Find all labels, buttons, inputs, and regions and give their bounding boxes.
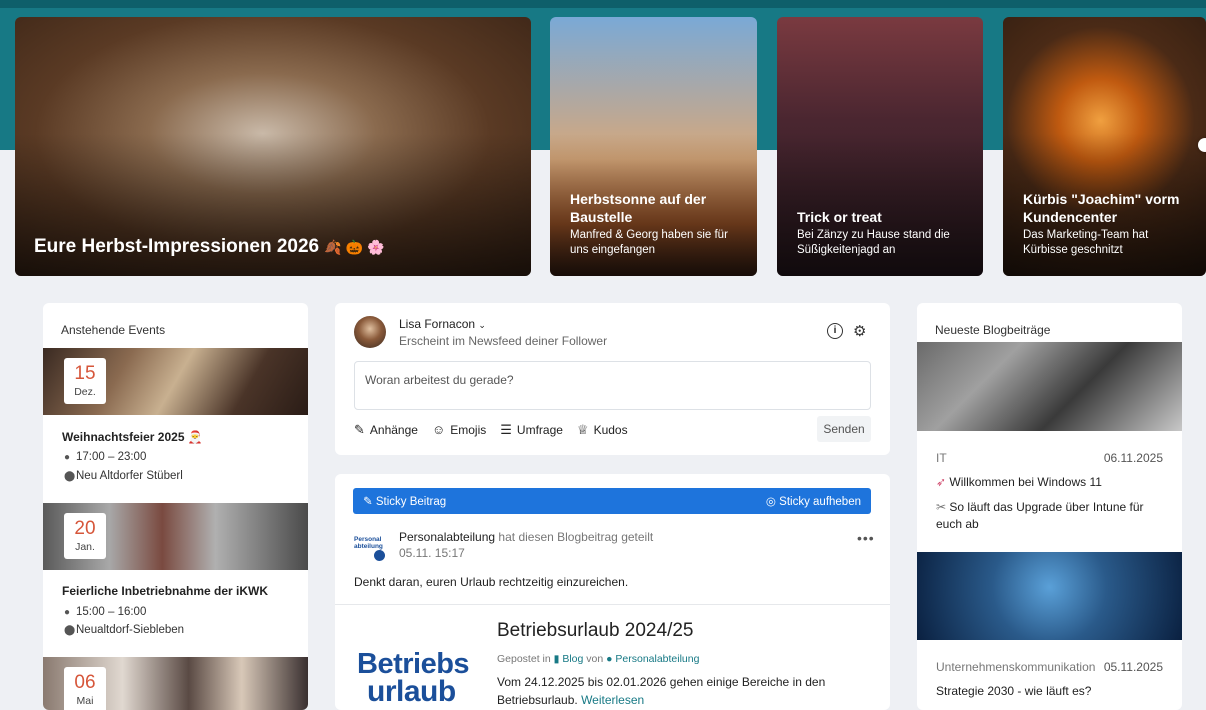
- event-title[interactable]: Feierliche Inbetriebnahme der iKWK: [62, 584, 268, 598]
- event-date-badge: 15 Dez.: [64, 358, 106, 404]
- more-options-icon[interactable]: •••: [857, 530, 875, 546]
- poll-button[interactable]: ☰ Umfrage: [500, 422, 563, 438]
- post-timestamp: 05.11. 15:17: [399, 546, 465, 560]
- send-button[interactable]: Senden: [817, 416, 871, 442]
- poll-icon: ☰: [500, 422, 512, 437]
- event-image[interactable]: 20 Jan.: [43, 503, 308, 570]
- blog-post-meta: Gepostet in ▮ Blog von ● Personalabteilu…: [497, 653, 700, 665]
- post-input[interactable]: Woran arbeitest du gerade?: [354, 361, 871, 410]
- attachments-button[interactable]: ✎ Anhänge: [354, 422, 418, 438]
- blog-date: 06.11.2025: [1103, 451, 1163, 465]
- blog-category: IT: [936, 451, 947, 465]
- carousel-next-icon[interactable]: [1198, 138, 1206, 152]
- trophy-icon: ♕: [576, 422, 589, 437]
- event-time: ● 15:00 – 16:00: [64, 606, 147, 618]
- events-widget: Anstehende Events 15 Dez. Weihnachtsfeie…: [43, 303, 308, 710]
- pin-icon: ✎: [363, 496, 373, 508]
- sticky-banner: ✎ Sticky Beitrag ◎ Sticky aufheben: [353, 488, 871, 514]
- blog-image-city[interactable]: [917, 552, 1182, 640]
- info-icon[interactable]: i: [827, 323, 843, 339]
- hero-tile-herbst[interactable]: Eure Herbst-Impressionen 2026 🍂 🎃 🌸: [15, 17, 531, 276]
- hero-title: Kürbis "Joachim" vorm Kundencenter: [1023, 191, 1180, 225]
- hero-subtitle: Das Marketing-Team hat Kürbisse geschnit…: [1023, 229, 1149, 256]
- event-date-badge: 06 Mai: [64, 667, 106, 710]
- blog-widget: Neueste Blogbeiträge IT 06.11.2025 ➶ Wil…: [917, 303, 1182, 710]
- hero-emoji: 🍂 🎃 🌸: [324, 239, 385, 255]
- book-icon: ▮: [553, 653, 560, 665]
- author-link[interactable]: ● Personalabteilung: [606, 653, 699, 665]
- smiley-icon: ☺: [431, 422, 446, 437]
- event-location: ⬤Neu Altdorfer Stüberl: [64, 470, 183, 482]
- sticky-post: ✎ Sticky Beitrag ◎ Sticky aufheben Perso…: [335, 474, 890, 710]
- chevron-down-icon: ⌄: [478, 320, 486, 330]
- clock-icon: ●: [64, 607, 71, 618]
- tools-icon: ✂: [936, 500, 947, 514]
- author-avatar[interactable]: Personal abteilung: [354, 536, 385, 561]
- hero-title: Trick or treat: [797, 209, 882, 225]
- event-time: ● 17:00 – 23:00: [64, 451, 147, 463]
- user-switch[interactable]: Lisa Fornacon ⌄: [399, 317, 486, 331]
- event-image[interactable]: 15 Dez.: [43, 348, 308, 415]
- blog-category: Unternehmenskommunikation: [936, 660, 1096, 674]
- blog-image-office[interactable]: [917, 342, 1182, 431]
- user-icon: ●: [606, 653, 613, 665]
- composer-toolbar: ✎ Anhänge ☺ Emojis ☰ Umfrage ♕ Kudos: [354, 422, 628, 438]
- rocket-icon: ➶: [936, 475, 947, 489]
- post-text: Denkt daran, euren Urlaub rechtzeitig ei…: [354, 575, 629, 589]
- post-composer: Lisa Fornacon ⌄ Erscheint im Newsfeed de…: [335, 303, 890, 455]
- hero-subtitle: Manfred & Georg haben sie für uns eingef…: [570, 229, 728, 256]
- event-date-badge: 20 Jan.: [64, 513, 106, 559]
- blog-item-title[interactable]: Strategie 2030 - wie läuft es?: [936, 684, 1091, 698]
- check-circle-icon: ◎: [765, 496, 776, 508]
- blog-widget-title: Neueste Blogbeiträge: [935, 323, 1051, 337]
- visibility-hint: Erscheint im Newsfeed deiner Follower: [399, 334, 608, 348]
- location-pin-icon: ⬤: [64, 471, 76, 482]
- emojis-button[interactable]: ☺ Emojis: [432, 422, 486, 438]
- post-author[interactable]: Personalabteilung: [399, 530, 495, 544]
- event-title[interactable]: Weihnachtsfeier 2025 🎅: [62, 430, 203, 444]
- hero-tile-kuerbis[interactable]: Kürbis "Joachim" vorm Kundencenter Das M…: [1003, 17, 1206, 276]
- clock-icon: ●: [64, 452, 71, 463]
- events-title: Anstehende Events: [61, 323, 166, 337]
- event-location: ⬤Neualtdorf-Siebleben: [64, 624, 185, 636]
- blog-item-title[interactable]: ➶ Willkommen bei Windows 11: [936, 475, 1102, 489]
- hero-title: Eure Herbst-Impressionen 2026: [34, 236, 320, 257]
- paperclip-icon: ✎: [354, 422, 365, 437]
- hero-subtitle: Bei Zänzy zu Hause stand die Süßigkeiten…: [797, 229, 950, 256]
- hero-title: Herbstsonne auf der Baustelle: [570, 191, 707, 225]
- event-image[interactable]: 06 Mai: [43, 657, 308, 710]
- avatar[interactable]: [354, 316, 386, 348]
- blog-date: 05.11.2025: [1103, 660, 1163, 674]
- kudos-button[interactable]: ♕ Kudos: [577, 422, 628, 438]
- read-more-link[interactable]: Weiterlesen: [581, 693, 644, 707]
- location-pin-icon: ⬤: [64, 625, 76, 636]
- blog-link[interactable]: ▮ Blog: [554, 653, 584, 665]
- blog-thumbnail-logo[interactable]: Betriebs urlaub: [357, 650, 470, 707]
- blog-post-title[interactable]: Betriebsurlaub 2024/25: [497, 620, 693, 642]
- hero-tile-baustelle[interactable]: Herbstsonne auf der Baustelle Manfred & …: [550, 17, 757, 276]
- blog-item-subtitle: ✂ So läuft das Upgrade über Intune für e…: [936, 500, 1144, 531]
- blog-excerpt: Vom 24.12.2025 bis 02.01.2026 gehen eini…: [497, 675, 826, 707]
- unsticky-button[interactable]: ◎ Sticky aufheben: [766, 494, 861, 508]
- hero-tile-halloween[interactable]: Trick or treat Bei Zänzy zu Hause stand …: [777, 17, 983, 276]
- gear-icon[interactable]: ⚙: [853, 322, 866, 340]
